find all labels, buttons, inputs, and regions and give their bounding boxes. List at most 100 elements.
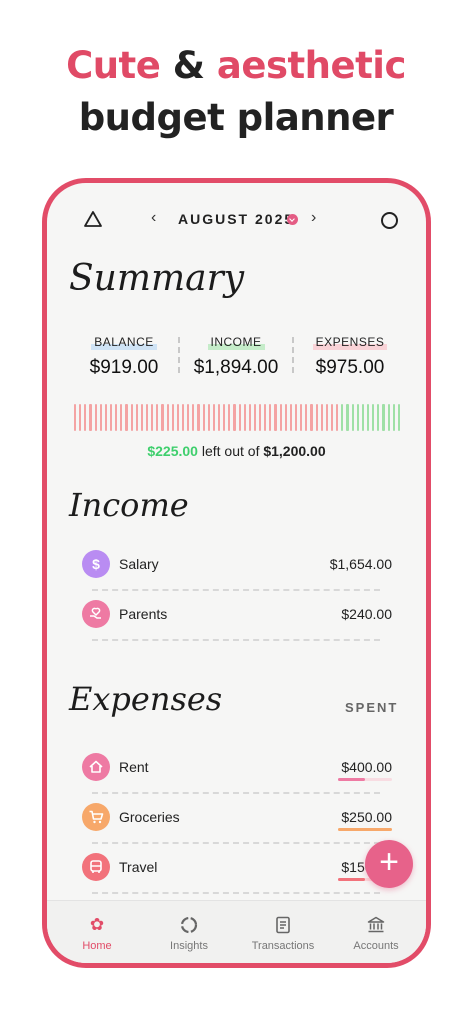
tab-label: Transactions [251, 940, 315, 952]
budget-stripe-spent [300, 404, 303, 431]
tab-bar: ✿ Home Insights Transactions Accounts [47, 900, 426, 963]
phone-frame: ‹ AUGUST 2025 › Summary BALANCE $919.00 … [42, 178, 431, 968]
budget-stripe-spent [125, 404, 128, 431]
dollar-icon: $ [82, 550, 110, 578]
circle-icon[interactable] [381, 212, 398, 229]
income-value: $1,894.00 [193, 357, 279, 378]
headline-line1: Cute & aesthetic [0, 40, 472, 92]
budget-stripe-spent [223, 404, 226, 431]
budget-stripe-left [346, 404, 349, 431]
chevron-right-icon[interactable]: › [311, 209, 316, 227]
pie-ring-icon [179, 915, 199, 935]
budget-stripe-spent [207, 404, 210, 431]
expense-name: Travel [119, 859, 158, 875]
budget-total-amount: $1,200.00 [263, 443, 326, 459]
budget-stripe-spent [325, 404, 329, 431]
expense-row-rent[interactable]: Rent $400.00 [82, 753, 394, 785]
budget-stripe-spent [264, 404, 267, 431]
budget-stripe-spent [140, 404, 143, 431]
budget-stripe-spent [84, 404, 87, 431]
budget-stripe-spent [109, 404, 113, 431]
cart-icon [82, 803, 110, 831]
balance-value: $919.00 [89, 357, 159, 378]
expenses-stat: EXPENSES $975.00 [295, 333, 405, 379]
income-row-parents[interactable]: Parents $240.00 [82, 600, 394, 632]
spent-column-label: SPENT [345, 700, 399, 715]
budget-stripe-spent [274, 404, 277, 431]
headline-ampersand: & [172, 44, 205, 87]
budget-stripe-spent [120, 404, 123, 431]
triangle-icon[interactable] [83, 210, 103, 228]
tab-insights[interactable]: Insights [141, 915, 237, 952]
budget-stripe-left [341, 404, 344, 431]
budget-stripe-spent [331, 404, 334, 431]
budget-stripe-spent [228, 404, 231, 431]
budget-stripe-left [351, 404, 354, 431]
budget-stripe-spent [94, 404, 97, 431]
expense-name: Rent [119, 759, 149, 775]
summary-title: Summary [69, 258, 245, 299]
tab-label: Insights [170, 940, 208, 952]
row-divider [92, 892, 380, 894]
tab-label: Accounts [353, 940, 399, 952]
budget-stripe-spent [156, 404, 159, 431]
budget-stripe-left [387, 404, 390, 431]
income-name: Parents [119, 606, 168, 622]
chevron-left-icon[interactable]: ‹ [151, 209, 156, 227]
tab-home[interactable]: ✿ Home [49, 915, 145, 952]
tab-accounts[interactable]: Accounts [328, 915, 424, 952]
budget-stripe-spent [238, 404, 241, 431]
budget-stripe-left [382, 404, 385, 431]
tab-label: Home [82, 940, 112, 952]
budget-stripe-spent [305, 404, 308, 431]
budget-stripe-spent [217, 404, 221, 431]
budget-stripe-spent [99, 404, 102, 431]
budget-stripe-left [372, 404, 375, 431]
budget-stripe-spent [243, 404, 246, 431]
add-transaction-button[interactable]: + [365, 840, 413, 888]
month-label[interactable]: AUGUST 2025 [178, 211, 294, 227]
headline-word-aesthetic: aesthetic [216, 44, 407, 87]
budget-stripe-spent [197, 404, 200, 431]
budget-stripe-left [356, 404, 359, 431]
top-bar: ‹ AUGUST 2025 › [47, 183, 426, 253]
budget-stripe-left [397, 404, 400, 431]
budget-stripe-spent [79, 404, 82, 431]
expense-amount: $400.00 [341, 759, 392, 775]
bank-icon [366, 915, 386, 935]
budget-stripe-spent [187, 404, 190, 431]
budget-stripe-spent [315, 404, 318, 431]
budget-stripe-left [361, 404, 365, 431]
income-row-salary[interactable]: $ Salary $1,654.00 [82, 550, 394, 582]
divider [292, 337, 294, 373]
expense-progress-track [338, 778, 392, 781]
budget-stripe-spent [166, 404, 169, 431]
row-divider [92, 842, 380, 844]
budget-stripe-spent [320, 404, 323, 431]
budget-stripe-spent [145, 404, 149, 431]
expense-progress-fill [338, 778, 365, 781]
budget-stripe-spent [212, 404, 215, 431]
budget-stripe-left [377, 404, 380, 431]
expense-row-travel[interactable]: Travel $150.00 [82, 853, 394, 885]
tab-transactions[interactable]: Transactions [235, 915, 331, 952]
flower-icon: ✿ [89, 915, 105, 934]
budget-stripe-spent [202, 404, 205, 431]
headline-word-cute: Cute [66, 44, 161, 87]
row-divider [92, 639, 380, 641]
expenses-label: EXPENSES [312, 335, 388, 350]
income-label: INCOME [207, 335, 265, 350]
budget-stripe-spent [104, 404, 107, 431]
budget-stripe-spent [171, 404, 174, 431]
income-title: Income [69, 486, 189, 524]
receipt-icon [273, 915, 293, 935]
budget-stripe-spent [233, 404, 236, 431]
budget-stripe-spent [248, 404, 251, 431]
expense-row-groceries[interactable]: Groceries $250.00 [82, 803, 394, 835]
budget-stripe-spent [310, 404, 313, 431]
balance-label: BALANCE [91, 335, 157, 350]
budget-left-text: left out of [201, 443, 260, 459]
expense-amount: $250.00 [341, 809, 392, 825]
budget-stripe-spent [151, 404, 154, 431]
chevron-down-icon[interactable] [287, 214, 298, 225]
